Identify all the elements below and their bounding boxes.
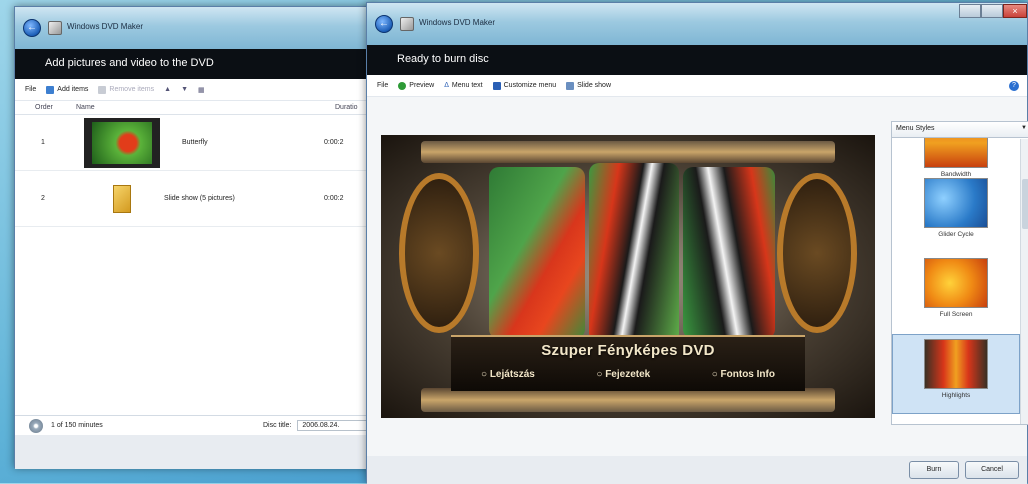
column-order[interactable]: Order [15, 104, 70, 111]
title-bar: ← Windows DVD Maker [15, 7, 373, 49]
styles-scrollbar[interactable] [1020, 139, 1028, 424]
menu-option-info[interactable]: ○ Fontos Info [712, 369, 775, 380]
slide-show-button[interactable]: Slide show [566, 81, 611, 90]
minimize-icon[interactable] [959, 4, 981, 18]
reel-top-frame [421, 141, 835, 163]
chevron-down-icon: ▼ [1021, 125, 1027, 131]
column-name[interactable]: Name [70, 104, 335, 111]
preview-button[interactable]: Preview [398, 81, 434, 90]
row-order: 2 [41, 195, 45, 202]
reel-bottom-frame [421, 388, 835, 412]
minutes-used: 1 of 150 minutes [51, 422, 103, 429]
reel-left-ring [399, 173, 479, 333]
window-title: Windows DVD Maker [67, 22, 144, 31]
butterfly-panel [683, 167, 775, 339]
folder-icon [113, 184, 131, 213]
title-bar: ← Windows DVD Maker × [367, 3, 1027, 45]
style-thumbnail [924, 339, 988, 389]
menu-styles-panel: Menu Styles ▼ Bandwidth Glider Cycle Ful… [891, 121, 1028, 425]
remove-items-icon [98, 85, 107, 94]
style-item-bandwidth[interactable]: Bandwidth [892, 138, 1020, 178]
add-items-icon [46, 85, 55, 94]
options-icon[interactable]: ▦ [198, 86, 205, 94]
butterfly-panel [489, 167, 585, 339]
move-down-icon[interactable]: ▼ [181, 86, 188, 93]
move-up-icon[interactable]: ▲ [164, 86, 171, 93]
style-thumbnail [924, 178, 988, 228]
style-thumbnail [924, 138, 988, 168]
toolbar: File Preview Δ Menu text Customize menu … [367, 75, 1027, 97]
dvd-maker-app-icon [48, 21, 62, 35]
dvd-maker-app-icon [400, 17, 414, 31]
menu-option-play[interactable]: ○ Lejátszás [481, 369, 535, 380]
menu-styles-label: Menu Styles [896, 125, 935, 132]
dvd-maker-window-back: ← Windows DVD Maker Add pictures and vid… [14, 6, 374, 469]
cancel-button[interactable]: Cancel [965, 461, 1019, 479]
scrollbar-thumb[interactable] [1022, 179, 1028, 229]
menu-options: ○ Lejátszás ○ Fejezetek ○ Fontos Info [481, 369, 775, 380]
text-icon: Δ [444, 82, 449, 89]
row-duration: 0:00:2 [324, 195, 344, 202]
slide-show-icon [566, 81, 575, 90]
style-list: Bandwidth Glider Cycle Full Screen Highl… [892, 138, 1020, 424]
maximize-icon[interactable] [981, 4, 1003, 18]
close-icon[interactable]: × [1003, 4, 1027, 18]
butterfly-panel [589, 163, 679, 343]
back-arrow-icon[interactable]: ← [23, 19, 41, 37]
toolbar: File Add items Remove items ▲ ▼ ▦ [15, 79, 373, 101]
reel-right-ring [777, 173, 857, 333]
row-name: Slide show (5 pictures) [164, 195, 235, 202]
row-order: 1 [41, 139, 45, 146]
row-duration: 0:00:2 [324, 139, 344, 146]
menu-text-button[interactable]: Δ Menu text [444, 82, 482, 89]
style-item-full-screen[interactable]: Full Screen [892, 254, 1020, 334]
burn-button[interactable]: Burn [909, 461, 959, 479]
style-item-glider-cycle[interactable]: Glider Cycle [892, 174, 1020, 254]
dvd-maker-window-front: ← Windows DVD Maker × Ready to burn disc… [366, 2, 1028, 484]
content-area: Szuper Fényképes DVD ○ Lejátszás ○ Fejez… [367, 97, 1028, 456]
column-headers: Order Name Duratio [15, 101, 373, 115]
page-header: Add pictures and video to the DVD [15, 49, 373, 79]
menu-styles-dropdown[interactable]: Menu Styles ▼ [892, 122, 1028, 138]
play-icon [398, 81, 407, 90]
status-bar: 1 of 150 minutes Disc title: 2006.08.24. [15, 415, 373, 435]
disc-title-field[interactable]: 2006.08.24. [297, 420, 368, 431]
back-arrow-icon[interactable]: ← [375, 15, 393, 33]
file-menu[interactable]: File [377, 82, 388, 89]
disc-icon [29, 418, 43, 433]
page-header: Ready to burn disc [367, 45, 1027, 75]
file-menu[interactable]: File [25, 86, 36, 93]
add-items-button[interactable]: Add items [46, 85, 88, 94]
menu-preview[interactable]: Szuper Fényképes DVD ○ Lejátszás ○ Fejez… [381, 135, 875, 418]
style-item-highlights[interactable]: Highlights [892, 334, 1020, 414]
style-thumbnail [924, 258, 988, 308]
table-row[interactable]: 2 Slide show (5 pictures) 0:00:2 [15, 171, 373, 227]
window-title: Windows DVD Maker [419, 18, 496, 27]
table-row[interactable]: 1 Butterfly 0:00:2 [15, 115, 373, 171]
remove-items-button[interactable]: Remove items [98, 85, 154, 94]
customize-icon [492, 81, 501, 90]
footer-area: Burn Cancel [367, 456, 1027, 484]
help-icon[interactable]: ? [1009, 80, 1019, 91]
menu-option-chapters[interactable]: ○ Fejezetek [596, 369, 650, 380]
footer-area [15, 435, 373, 469]
customize-menu-button[interactable]: Customize menu [492, 81, 556, 90]
disc-title-label: Disc title: [263, 422, 292, 429]
menu-disc-title: Szuper Fényképes DVD [541, 342, 715, 359]
row-name: Butterfly [182, 139, 208, 146]
column-duration[interactable]: Duratio [335, 104, 358, 111]
video-thumbnail [84, 117, 160, 168]
